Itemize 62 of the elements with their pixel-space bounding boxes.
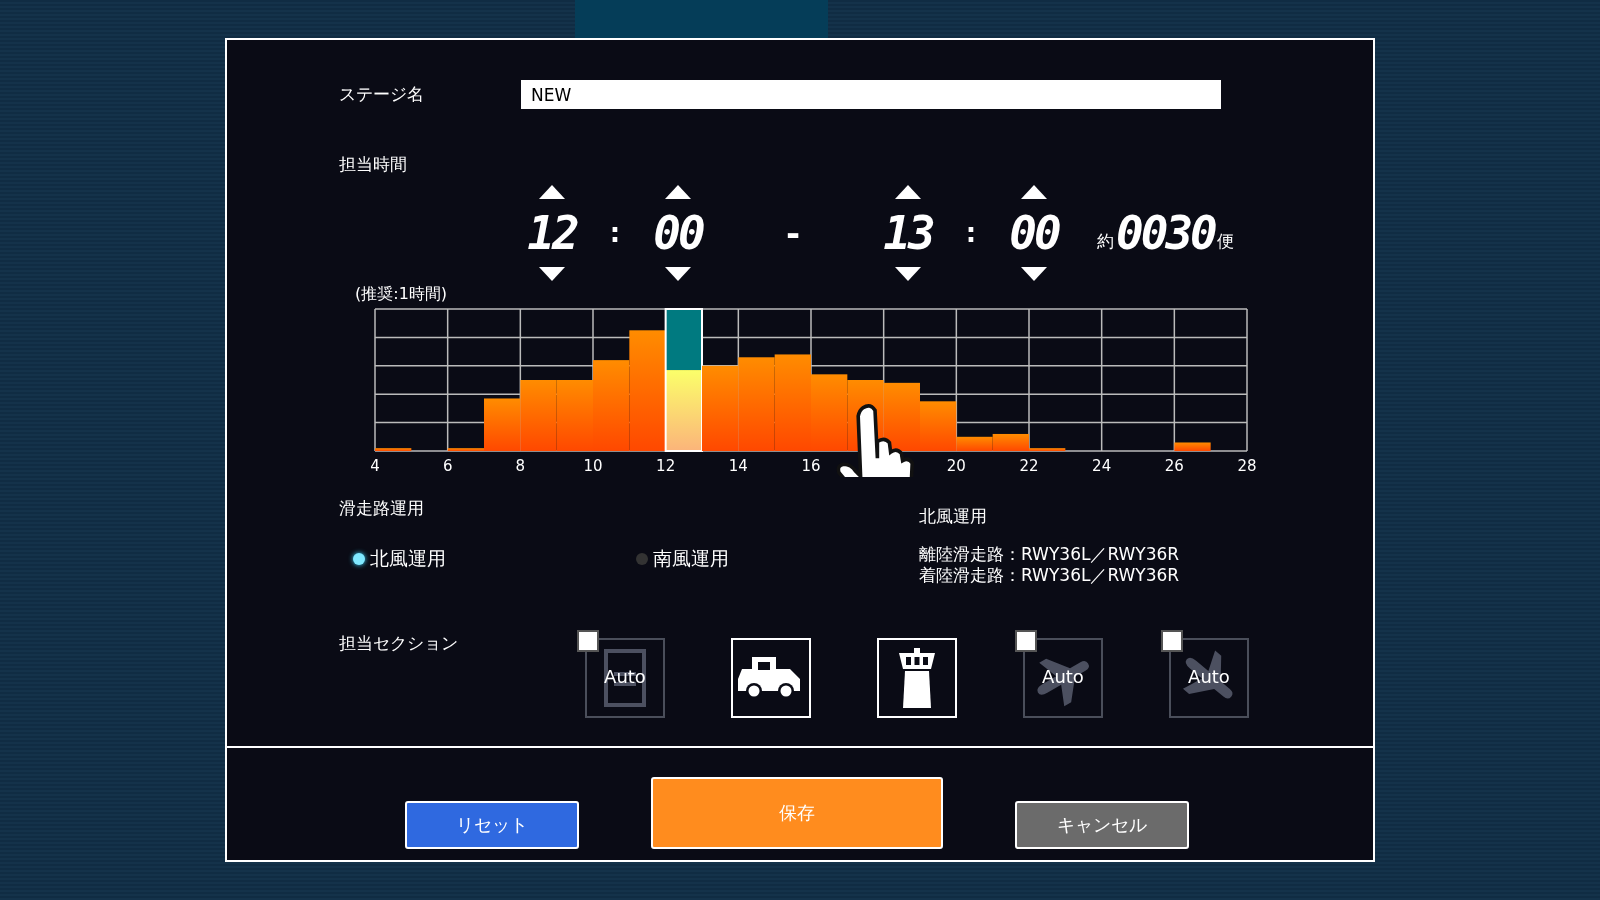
axis-label: 16	[801, 457, 821, 475]
axis-label: 4	[370, 457, 380, 475]
up-arrow-button[interactable]	[538, 183, 566, 201]
runway-info: 離陸滑走路：RWY36L／RWY36R	[919, 544, 1181, 565]
runway-info: 着陸滑走路：RWY36L／RWY36R	[919, 565, 1181, 586]
recommendation-note: (推奨:1時間)	[355, 284, 449, 305]
range-dash: -	[784, 213, 802, 253]
hand-cursor-icon	[836, 404, 914, 477]
axis-label: 26	[1164, 457, 1184, 475]
section-tile[interactable]	[877, 638, 957, 718]
cancel-button[interactable]: キャンセル	[1015, 801, 1189, 849]
auto-label: Auto	[603, 666, 647, 687]
approx-label: 約	[1097, 230, 1114, 253]
histogram-bar	[1174, 442, 1211, 451]
time-digits: 12	[527, 207, 577, 259]
radio-option[interactable]: 北風運用	[353, 546, 636, 572]
down-arrow-button[interactable]	[894, 265, 922, 283]
radio-label: 南風運用	[653, 546, 729, 571]
axis-label: 6	[442, 457, 453, 475]
section-tile[interactable]: Auto	[585, 638, 665, 718]
axis-label: 24	[1092, 457, 1112, 475]
down-arrow-button[interactable]	[538, 265, 566, 283]
radio-option[interactable]: 南風運用	[636, 546, 919, 572]
section-tile[interactable]	[731, 638, 811, 718]
auto-label: Auto	[1041, 666, 1085, 687]
axis-label: 28	[1237, 457, 1257, 475]
down-arrow-button[interactable]	[664, 265, 692, 283]
time-separator: :	[608, 218, 622, 248]
checkbox[interactable]	[1015, 630, 1037, 652]
info-title: 北風運用	[919, 505, 988, 528]
axis-label: 12	[656, 457, 676, 475]
histogram-bar	[520, 380, 557, 451]
auto-label: Auto	[1187, 666, 1231, 687]
section-label: 担当セクション	[339, 632, 459, 655]
checkbox[interactable]	[1161, 630, 1183, 652]
reset-button[interactable]: リセット	[405, 801, 579, 849]
down-arrow-button[interactable]	[1020, 265, 1048, 283]
unit-label: 便	[1216, 230, 1234, 253]
up-arrow-button[interactable]	[1020, 183, 1048, 201]
axis-label: 22	[1019, 457, 1039, 475]
time-digits: 00	[1009, 207, 1059, 259]
control-tower-icon	[897, 648, 937, 708]
histogram-bar	[375, 448, 412, 451]
stage-name-field[interactable]: NEW	[521, 80, 1221, 109]
radio-label: 北風運用	[370, 546, 446, 571]
up-arrow-button[interactable]	[664, 183, 692, 201]
field-label: ステージ名	[339, 83, 425, 106]
document-icon	[603, 648, 647, 708]
axis-label: 8	[515, 457, 526, 475]
axis-label: 10	[583, 457, 603, 475]
time-digits: 00	[653, 207, 703, 259]
histogram-bar	[556, 380, 593, 451]
up-arrow-button[interactable]	[894, 183, 922, 201]
flight-count: 0030	[1116, 207, 1215, 259]
time-digits: 13	[883, 207, 933, 259]
histogram-bar	[883, 382, 920, 451]
section-label: 担当時間	[339, 153, 408, 176]
axis-label: 20	[946, 457, 966, 475]
checkbox[interactable]	[577, 630, 599, 652]
section-label: 滑走路運用	[339, 497, 425, 520]
axis-label: 14	[728, 457, 748, 475]
time-separator: :	[964, 218, 978, 248]
